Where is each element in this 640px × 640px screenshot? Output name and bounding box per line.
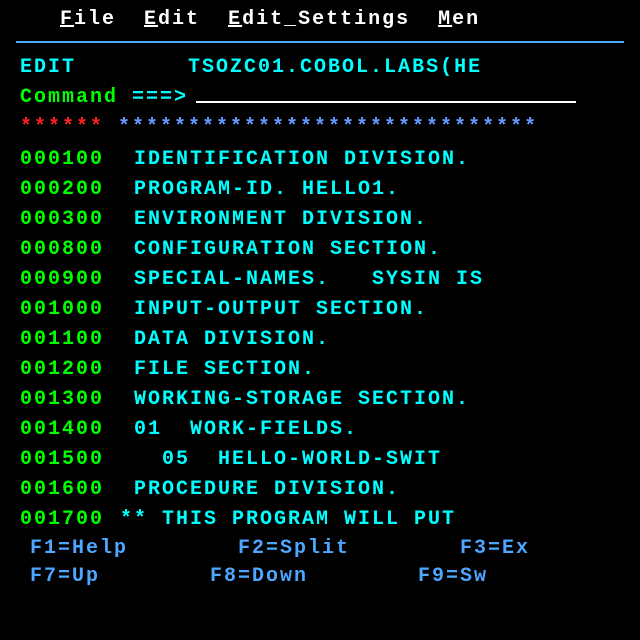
line-number[interactable]: 001400 <box>20 415 120 445</box>
code-line[interactable]: 000900 SPECIAL-NAMES. SYSIN IS <box>0 265 640 295</box>
code-line[interactable]: 001200 FILE SECTION. <box>0 355 640 385</box>
fkey-f2[interactable]: F2=Split <box>238 535 350 563</box>
top-stars-blue: ****************************** <box>104 113 538 143</box>
code-line[interactable]: 001300 WORKING-STORAGE SECTION. <box>0 385 640 415</box>
command-row: Command ===> <box>0 83 640 113</box>
line-text[interactable]: CONFIGURATION SECTION. <box>120 235 442 265</box>
code-line[interactable]: 000800 CONFIGURATION SECTION. <box>0 235 640 265</box>
code-line[interactable]: 001100 DATA DIVISION. <box>0 325 640 355</box>
menu-men[interactable]: Men <box>438 8 480 31</box>
spacer2 <box>118 83 132 113</box>
code-line[interactable]: 001700 ** THIS PROGRAM WILL PUT <box>0 505 640 535</box>
line-text[interactable]: 05 HELLO-WORLD-SWIT <box>120 445 442 475</box>
code-line[interactable]: 001000 INPUT-OUTPUT SECTION. <box>0 295 640 325</box>
command-label: Command <box>20 83 118 113</box>
top-stars-red: ****** <box>20 113 104 143</box>
dataset-name: TSOZC01.COBOL.LABS(HE <box>188 53 482 83</box>
command-arrow: ===> <box>132 83 188 113</box>
fkey-f1[interactable]: F1=Help <box>30 535 128 563</box>
line-number[interactable]: 001200 <box>20 355 120 385</box>
edit-header-row: EDIT TSOZC01.COBOL.LABS(HE <box>0 53 640 83</box>
line-number[interactable]: 001000 <box>20 295 120 325</box>
line-text[interactable]: WORKING-STORAGE SECTION. <box>120 385 470 415</box>
line-text[interactable]: IDENTIFICATION DIVISION. <box>120 145 470 175</box>
menu-file[interactable]: File <box>60 8 116 31</box>
line-text[interactable]: 01 WORK-FIELDS. <box>120 415 358 445</box>
fkey-row-1: F1=Help F2=Split F3=Ex <box>0 535 640 563</box>
line-text[interactable]: SPECIAL-NAMES. SYSIN IS <box>120 265 484 295</box>
code-line[interactable]: 000200 PROGRAM-ID. HELLO1. <box>0 175 640 205</box>
line-text[interactable]: FILE SECTION. <box>120 355 316 385</box>
fkey-f3[interactable]: F3=Ex <box>460 535 530 563</box>
spacer <box>76 53 188 83</box>
fkey-f7[interactable]: F7=Up <box>30 563 100 591</box>
menu-edit[interactable]: Edit <box>144 8 200 31</box>
line-number[interactable]: 000800 <box>20 235 120 265</box>
code-line[interactable]: 000300 ENVIRONMENT DIVISION. <box>0 205 640 235</box>
line-number[interactable]: 001600 <box>20 475 120 505</box>
line-number[interactable]: 000900 <box>20 265 120 295</box>
menu-divider <box>16 41 624 43</box>
line-text[interactable]: PROGRAM-ID. HELLO1. <box>120 175 400 205</box>
line-text[interactable]: INPUT-OUTPUT SECTION. <box>120 295 428 325</box>
code-area: 000100 IDENTIFICATION DIVISION. 000200 P… <box>0 145 640 535</box>
fkey-row-2: F7=Up F8=Down F9=Sw <box>0 563 640 591</box>
line-text[interactable]: PROCEDURE DIVISION. <box>120 475 400 505</box>
code-line[interactable]: 001600 PROCEDURE DIVISION. <box>0 475 640 505</box>
line-number[interactable]: 000300 <box>20 205 120 235</box>
line-text[interactable]: ** THIS PROGRAM WILL PUT <box>120 505 470 535</box>
fkey-f8[interactable]: F8=Down <box>210 563 308 591</box>
code-line[interactable]: 001500 05 HELLO-WORLD-SWIT <box>0 445 640 475</box>
command-input[interactable] <box>196 83 576 103</box>
fkey-f9[interactable]: F9=Sw <box>418 563 488 591</box>
code-line[interactable]: 001400 01 WORK-FIELDS. <box>0 415 640 445</box>
line-number[interactable]: 001100 <box>20 325 120 355</box>
code-line[interactable]: 000100 IDENTIFICATION DIVISION. <box>0 145 640 175</box>
line-number[interactable]: 001300 <box>20 385 120 415</box>
line-number[interactable]: 000200 <box>20 175 120 205</box>
menubar: File Edit Edit_Settings Men <box>0 0 640 37</box>
menu-edit-settings[interactable]: Edit_Settings <box>228 8 410 31</box>
line-text[interactable]: ENVIRONMENT DIVISION. <box>120 205 428 235</box>
line-number[interactable]: 001700 <box>20 505 120 535</box>
line-text[interactable]: DATA DIVISION. <box>120 325 330 355</box>
line-number[interactable]: 001500 <box>20 445 120 475</box>
mode-label: EDIT <box>20 53 76 83</box>
line-number[interactable]: 000100 <box>20 145 120 175</box>
top-of-data-row: ****** ****************************** <box>0 113 640 143</box>
